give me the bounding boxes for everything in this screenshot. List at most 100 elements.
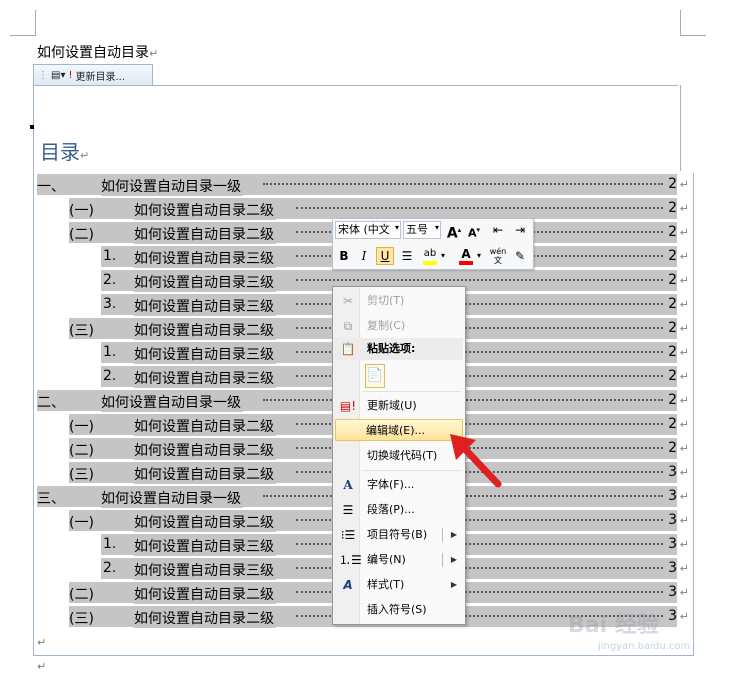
menu-item-copy[interactable]: ⧉ 复制(C)	[335, 315, 463, 337]
paragraph-anchor-mark	[30, 125, 34, 129]
toc-entry-text: 如何设置自动目录二级	[134, 320, 276, 340]
document-title-text: 如何设置自动目录	[37, 45, 149, 61]
menu-item-toggle-field-codes[interactable]: 切换域代码(T)	[335, 445, 463, 467]
increase-indent-icon[interactable]: ⇥	[511, 221, 529, 239]
center-align-icon[interactable]: ☰	[398, 247, 416, 265]
menu-item-styles[interactable]: A 样式(T) ▶	[335, 574, 463, 596]
chevron-right-icon[interactable]: ▶	[451, 549, 457, 571]
grow-font-label: A	[446, 225, 458, 242]
toc-entry-text: 如何设置自动目录二级	[134, 416, 276, 436]
toc-page-number: 2	[668, 296, 677, 312]
menu-item-numbering-label: 编号(N)	[367, 553, 406, 566]
toc-frame-notch-line	[680, 85, 681, 171]
toc-entry-text: 如何设置自动目录三级	[134, 344, 276, 364]
font-color-icon[interactable]: A	[457, 247, 475, 265]
styles-icon: A	[343, 578, 353, 592]
toc-entry-text: 如何设置自动目录二级	[134, 200, 276, 220]
toc-entry[interactable]: (一) 如何设置自动目录二级 2 ↵	[69, 198, 689, 220]
chevron-right-icon[interactable]: ▶	[451, 524, 457, 546]
bullets-icon: ⁝☰	[340, 528, 356, 542]
menu-item-insert-symbol[interactable]: 插入符号(S)	[335, 599, 463, 621]
toc-page-number: 2	[668, 392, 677, 408]
toc-entry-text: 如何设置自动目录三级	[134, 368, 276, 388]
shrink-font-label: A	[467, 226, 477, 240]
format-painter-icon[interactable]: ✎	[511, 247, 529, 265]
toc-page-number: 3	[668, 560, 677, 576]
menu-item-insert-symbol-label: 插入符号(S)	[367, 603, 427, 616]
toc-page-number: 2	[668, 200, 677, 216]
update-toc-icon: !	[68, 69, 73, 81]
chevron-down-icon[interactable]: ▾	[441, 251, 445, 260]
numbering-icon: ⒈☰	[339, 553, 362, 567]
toc-entry[interactable]: 一、 如何设置自动目录一级 2 ↵	[37, 174, 689, 196]
highlight-icon[interactable]: ab	[421, 247, 439, 265]
paragraph-mark: ↵	[149, 47, 159, 60]
menu-split-divider	[442, 528, 443, 542]
menu-item-update-field[interactable]: ▤! 更新域(U)	[335, 395, 463, 417]
toc-menu-icon[interactable]: ▤▾	[51, 70, 65, 81]
red-arrow-annotation	[450, 434, 502, 488]
document-title[interactable]: 如何设置自动目录↵	[37, 42, 158, 62]
menu-item-font[interactable]: A 字体(F)...	[335, 474, 463, 496]
menu-separator	[363, 391, 461, 392]
toc-entry-text: 如何设置自动目录二级	[134, 440, 276, 460]
toc-page-number: 2	[668, 248, 677, 264]
paragraph-mark: ↵	[679, 394, 689, 407]
toc-entry-text: 如何设置自动目录二级	[134, 584, 276, 604]
menu-item-cut[interactable]: ✂ 剪切(T)	[335, 290, 463, 312]
italic-button[interactable]: I	[355, 247, 373, 265]
toc-entry-number: (二)	[69, 587, 94, 603]
chevron-down-icon[interactable]: ▾	[435, 223, 439, 232]
toc-dot-leader	[296, 277, 663, 281]
toc-entry-number: 3.	[103, 296, 117, 312]
menu-item-paragraph-label: 段落(P)...	[367, 503, 415, 516]
toc-entry-number: (一)	[69, 419, 94, 435]
toc-entry-number: (一)	[69, 203, 94, 219]
watermark-sub-text: jingyan.baidu.com	[598, 641, 691, 652]
toc-entry-text: 如何设置自动目录二级	[134, 512, 276, 532]
paragraph-mark: ↵	[37, 660, 47, 673]
toc-page-number: 2	[668, 224, 677, 240]
paragraph-mark: ↵	[679, 274, 689, 287]
menu-item-font-label: 字体(F)...	[367, 478, 415, 491]
menu-item-numbering[interactable]: ⒈☰ 编号(N) ▶	[335, 549, 463, 571]
toc-entry-text: 如何设置自动目录一级	[101, 488, 243, 508]
toc-entry-number: (二)	[69, 227, 94, 243]
drag-handle-icon[interactable]: ⋮	[38, 70, 48, 81]
menu-item-paragraph[interactable]: ☰ 段落(P)...	[335, 499, 463, 521]
copy-icon: ⧉	[343, 319, 353, 333]
highlight-color-bar	[423, 261, 437, 265]
toc-entry-number: (二)	[69, 443, 94, 459]
bold-button[interactable]: B	[335, 247, 353, 265]
toc-control-tab[interactable]: ⋮ ▤▾ ! 更新目录...	[33, 64, 153, 85]
shrink-font-button[interactable]: A▾	[465, 221, 483, 240]
toc-page-number: 2	[668, 320, 677, 336]
paragraph-mark: ↵	[679, 298, 689, 311]
paragraph-mark: ↵	[679, 490, 689, 503]
paste-keep-text-button[interactable]: 📄	[365, 364, 385, 388]
toc-entry-number: 2.	[103, 272, 117, 288]
toc-entry-text: 如何设置自动目录二级	[134, 608, 276, 628]
decrease-indent-icon[interactable]: ⇤	[489, 221, 507, 239]
menu-item-cut-label: 剪切(T)	[367, 294, 405, 307]
menu-item-edit-field-label: 编辑域(E)...	[366, 424, 426, 437]
menu-item-edit-field[interactable]: 编辑域(E)...	[335, 419, 463, 441]
paragraph-mark: ↵	[679, 466, 689, 479]
paragraph-mark: ↵	[679, 250, 689, 263]
chevron-right-icon[interactable]: ▶	[451, 574, 457, 596]
paragraph-mark: ↵	[80, 149, 90, 162]
update-toc-button[interactable]: 更新目录...	[75, 68, 125, 83]
menu-item-styles-label: 样式(T)	[367, 578, 405, 591]
chevron-down-icon[interactable]: ▾	[395, 223, 399, 232]
menu-item-bullets[interactable]: ⁝☰ 项目符号(B) ▶	[335, 524, 463, 546]
grow-font-button[interactable]: A▴	[445, 221, 463, 242]
toc-heading: 目录↵	[40, 136, 89, 165]
chevron-down-icon[interactable]: ▾	[477, 251, 481, 260]
toc-entry-text: 如何设置自动目录三级	[134, 536, 276, 556]
underline-button[interactable]: U	[376, 247, 394, 265]
font-name-select[interactable]: 宋体 (中文	[335, 221, 401, 239]
menu-item-copy-label: 复制(C)	[367, 319, 406, 332]
toc-entry-text: 如何设置自动目录三级	[134, 272, 276, 292]
phonetic-guide-icon[interactable]: wén 文	[489, 247, 507, 265]
paragraph-icon: ☰	[342, 503, 354, 517]
